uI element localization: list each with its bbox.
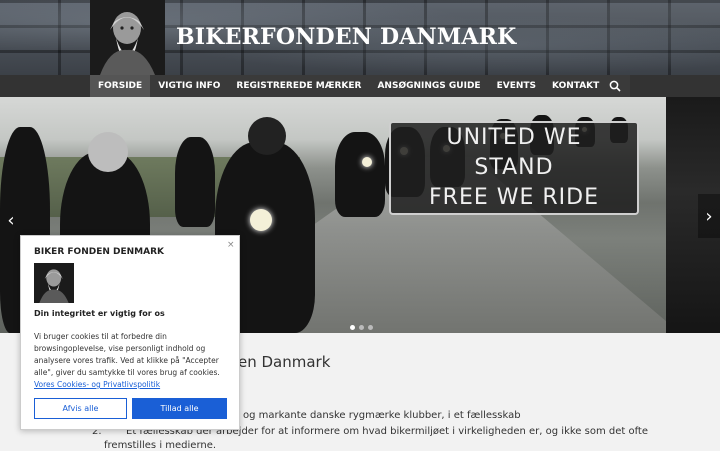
nav-item-kontakt[interactable]: KONTAKT [544, 75, 607, 97]
cookie-subtitle: Din integritet er vigtig for os [34, 309, 165, 318]
nav-item-ansoegnings-guide[interactable]: ANSØGNINGS GUIDE [369, 75, 488, 97]
slider-prev-button[interactable]: ‹ [0, 198, 22, 242]
rider-helmet [248, 117, 286, 155]
slider-next-button[interactable]: › [698, 194, 720, 238]
cookie-logo [34, 263, 74, 303]
slogan-line-2: STAND [474, 155, 554, 180]
accept-all-button[interactable]: Tillad alle [132, 398, 227, 419]
viking-portrait-icon [90, 0, 165, 75]
slider-dot-1[interactable] [350, 325, 355, 330]
slogan-line-1: UNITED WE [446, 125, 582, 150]
nav-item-events[interactable]: EVENTS [489, 75, 544, 97]
main-nav: FORSIDE VIGTIG INFO REGISTREREDE MÆRKER … [90, 75, 630, 97]
slider-dots [350, 325, 373, 330]
cookie-consent-dialog: BIKER FONDEN DENMARK × Din integritet er… [20, 235, 240, 430]
headlight [362, 157, 372, 167]
site-title[interactable]: BIKERFONDEN DANMARK [176, 24, 516, 50]
chevron-right-icon: › [705, 205, 713, 227]
nav-item-registrerede-maerker[interactable]: REGISTREREDE MÆRKER [228, 75, 369, 97]
slider-dot-3[interactable] [368, 325, 373, 330]
content-heading: en Danmark [238, 353, 331, 371]
reject-all-button[interactable]: Afvis alle [34, 398, 127, 419]
viking-portrait-icon [34, 263, 74, 303]
cookie-body-text: Vi bruger cookies til at forbedre din br… [34, 332, 220, 377]
slider-dot-2[interactable] [359, 325, 364, 330]
site-logo[interactable] [90, 0, 165, 75]
headlight [250, 209, 272, 231]
nav-item-vigtig-info[interactable]: VIGTIG INFO [150, 75, 228, 97]
slide-slogan: UNITED WE STAND FREE WE RIDE [389, 121, 639, 215]
rider [175, 137, 215, 227]
close-icon[interactable]: × [227, 240, 235, 250]
list-item-2-text-cont: fremstilles i medierne. [104, 440, 217, 451]
privacy-policy-link[interactable]: Vores Cookies- og Privatlivspolitik [34, 380, 160, 389]
rider [335, 132, 385, 217]
slogan-line-3: FREE WE RIDE [429, 185, 599, 210]
cookie-body: Vi bruger cookies til at forbedre din br… [34, 331, 234, 391]
search-icon[interactable] [608, 79, 622, 93]
chevron-left-icon: ‹ [7, 209, 15, 231]
list-item-1-text: og markante danske rygmærke klubber, i e… [243, 410, 521, 421]
cookie-title: BIKER FONDEN DENMARK [34, 247, 164, 257]
nav-item-forside[interactable]: FORSIDE [90, 75, 151, 97]
rider-helmet [88, 132, 128, 172]
